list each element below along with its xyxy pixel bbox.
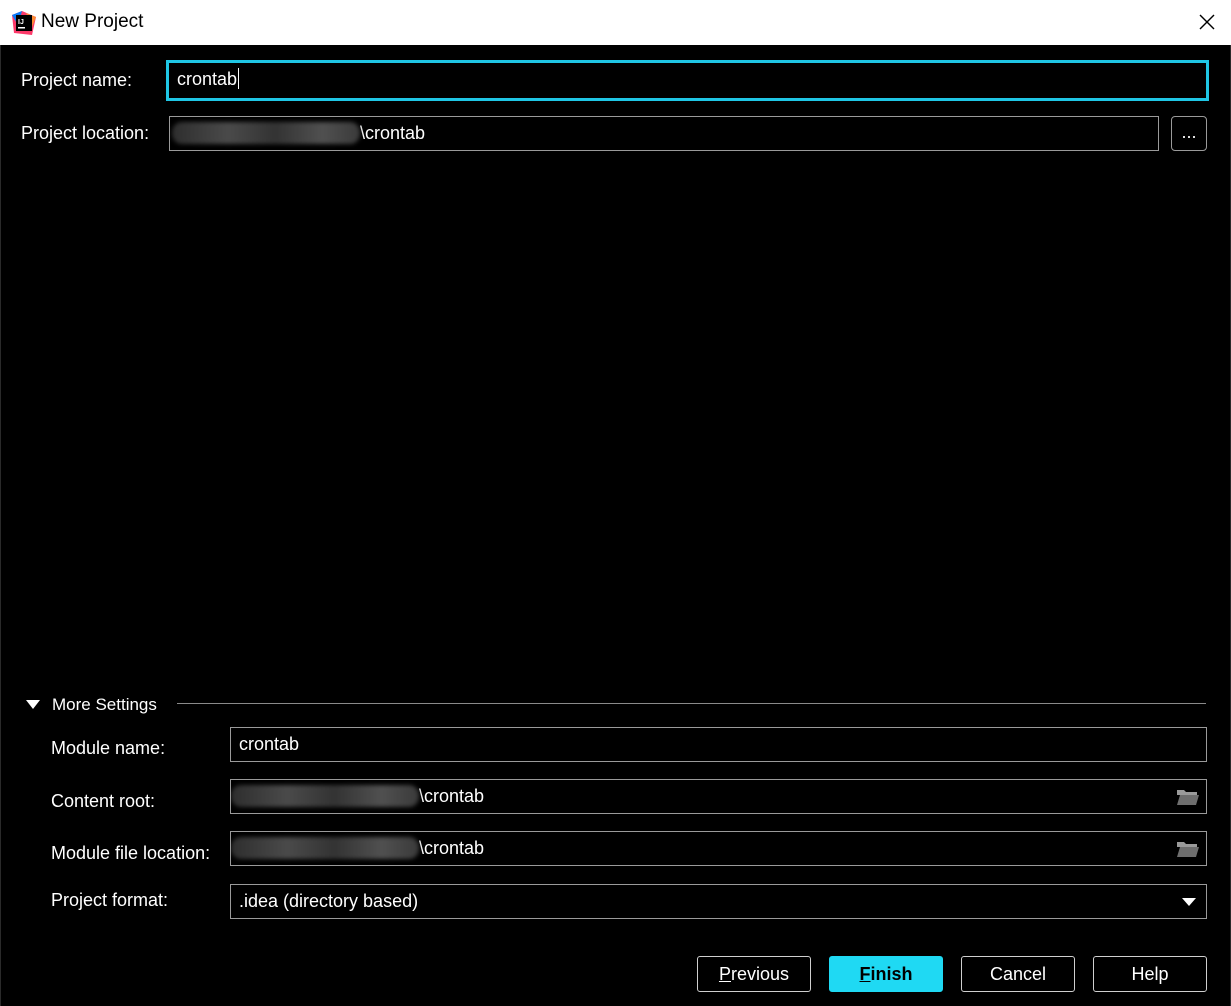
project-format-label: Project format: — [51, 890, 169, 910]
project-location-input[interactable]: \crontab — [169, 116, 1159, 151]
folder-icon[interactable] — [1176, 787, 1200, 807]
browse-location-button[interactable]: ... — [1171, 116, 1207, 151]
cancel-button[interactable]: Cancel — [961, 956, 1075, 992]
expand-triangle-icon — [26, 700, 40, 709]
project-format-value: .idea (directory based) — [239, 891, 419, 911]
project-name-label: Project name: — [21, 70, 133, 90]
project-format-select[interactable]: .idea (directory based) — [230, 884, 1207, 919]
content-root-value: \crontab — [419, 786, 485, 806]
project-name-input[interactable]: crontab — [166, 60, 1209, 101]
content-root-input[interactable]: \crontab — [230, 779, 1207, 814]
text-caret — [238, 68, 240, 89]
project-name-value: crontab — [177, 69, 238, 89]
window-title: New Project — [41, 11, 144, 32]
previous-label: revious — [730, 964, 790, 984]
section-divider — [177, 703, 1206, 704]
module-name-value: crontab — [239, 734, 300, 754]
redacted-path — [231, 837, 419, 859]
previous-button[interactable]: Previous — [697, 956, 811, 992]
finish-mnemonic: F — [859, 964, 871, 984]
title-bar: IJ New Project — [0, 0, 1231, 45]
app-icon-text: IJ — [18, 19, 24, 26]
window-border-left — [0, 45, 1, 1006]
previous-mnemonic: P — [718, 964, 731, 984]
finish-button[interactable]: Finish — [829, 956, 943, 992]
folder-icon[interactable] — [1176, 839, 1200, 859]
more-settings-title: More Settings — [52, 695, 157, 714]
redacted-path — [231, 785, 419, 807]
chevron-down-icon — [1182, 898, 1196, 906]
project-location-label: Project location: — [21, 123, 150, 143]
finish-label: inish — [870, 964, 913, 984]
module-file-location-value: \crontab — [419, 838, 485, 858]
module-name-input[interactable]: crontab — [230, 727, 1207, 762]
intellij-idea-icon: IJ — [12, 11, 36, 35]
module-file-location-label: Module file location: — [51, 843, 211, 863]
project-location-value: \crontab — [360, 123, 426, 143]
help-button[interactable]: Help — [1093, 956, 1207, 992]
content-root-label: Content root: — [51, 791, 156, 811]
module-name-label: Module name: — [51, 738, 166, 758]
module-file-location-input[interactable]: \crontab — [230, 831, 1207, 866]
redacted-path — [172, 122, 360, 144]
close-icon[interactable] — [1193, 8, 1221, 36]
